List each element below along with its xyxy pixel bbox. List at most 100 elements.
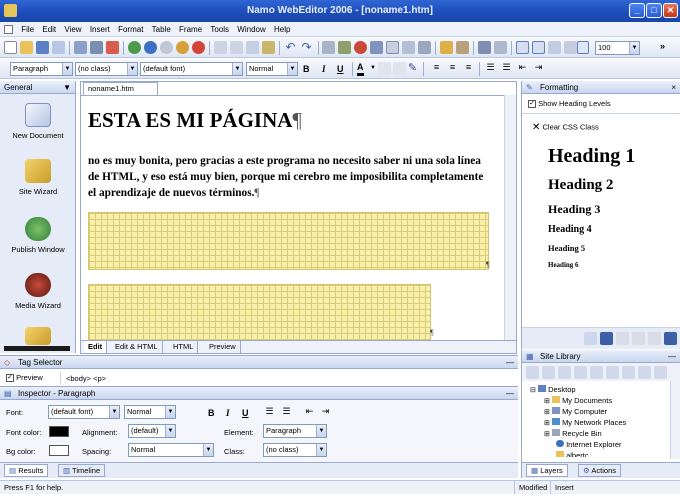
bullet-list-icon[interactable]: ☰ [500, 62, 513, 75]
globe-icon[interactable] [128, 41, 141, 54]
text-effects-icon[interactable] [393, 62, 406, 75]
rename-style-icon[interactable] [632, 332, 645, 345]
numbered-list-icon[interactable]: ☰ [484, 62, 497, 75]
font-size-select[interactable]: Normal ▼ [246, 62, 298, 76]
toolbar-overflow-icon[interactable]: » [660, 41, 665, 51]
redo-icon[interactable]: ↷ [300, 41, 313, 54]
italic-button[interactable]: I [322, 62, 326, 76]
menu-frame[interactable]: Frame [179, 22, 202, 37]
tree-item-internet-explorer[interactable]: Internet Explorer [556, 440, 622, 449]
inspector-class-select[interactable]: (no class) ▼ [263, 443, 327, 457]
preview-checkbox[interactable]: ✓ Preview [6, 373, 43, 383]
align-center-icon[interactable]: ≡ [446, 62, 459, 75]
site-library-minimize-icon[interactable]: — [668, 350, 676, 363]
menu-table[interactable]: Table [152, 22, 171, 37]
insert-object-icon[interactable] [338, 41, 351, 54]
page-heading[interactable]: ESTA ES MI PÁGINA¶ [88, 108, 302, 133]
undo-icon[interactable]: ↶ [284, 41, 297, 54]
document-canvas[interactable]: ESTA ES MI PÁGINA¶ no es muy bonita, per… [81, 95, 506, 341]
menu-insert[interactable]: Insert [90, 22, 110, 37]
lib-options-icon[interactable] [654, 366, 667, 379]
menu-window[interactable]: Window [237, 22, 265, 37]
sidebar-item-publish-window[interactable]: Publish Window [0, 217, 76, 254]
font-color-button[interactable]: A [357, 62, 364, 76]
maximize-button[interactable]: □ [646, 3, 662, 18]
tab-edit[interactable]: Edit [84, 341, 108, 353]
stop-icon[interactable] [192, 41, 205, 54]
inspector-underline-button[interactable]: U [242, 406, 249, 420]
format-painter-icon[interactable] [262, 41, 275, 54]
paragraph-marks-icon[interactable] [532, 41, 545, 54]
heading-1-style[interactable]: Heading 1 [548, 145, 635, 168]
highlight-icon[interactable] [378, 62, 391, 75]
tag-selector-minimize-icon[interactable]: — [506, 356, 514, 369]
inspector-indent-icon[interactable]: ⇥ [319, 406, 332, 419]
class-select[interactable]: (no class) ▼ [75, 62, 138, 76]
tag-path[interactable]: <body> <p> [66, 374, 106, 383]
tools-icon[interactable] [494, 41, 507, 54]
edit-icon[interactable] [456, 41, 469, 54]
sidebar-item-media-wizard[interactable]: Media Wizard [0, 273, 76, 310]
font-select[interactable]: (default font) ▼ [140, 62, 243, 76]
preview-browser-icon[interactable] [144, 41, 157, 54]
tree-item-user[interactable]: albertc [556, 451, 589, 457]
insert-form-icon[interactable] [370, 41, 383, 54]
page-paragraph[interactable]: no es muy bonita, pero gracias a este pr… [88, 153, 493, 201]
zoom-select[interactable]: 100 ▼ [595, 41, 640, 55]
close-button[interactable]: ✕ [663, 3, 678, 18]
tab-results[interactable]: ▤ Results [4, 464, 49, 477]
indent-icon[interactable]: ⇥ [532, 62, 545, 75]
underline-button[interactable]: U [337, 62, 344, 76]
tab-layers[interactable]: ▦ Layers [526, 464, 568, 477]
clear-css-button[interactable]: ✕ Clear CSS Class [532, 122, 599, 133]
tab-timeline[interactable]: ▥ Timeline [58, 464, 106, 477]
heading-6-style[interactable]: Heading 6 [548, 261, 579, 269]
sidebar-dropdown-icon[interactable]: ▼ [63, 81, 71, 94]
outdent-icon[interactable]: ⇤ [516, 62, 529, 75]
font-color-dropdown-icon[interactable]: ▼ [370, 65, 376, 71]
style-options-icon[interactable] [664, 332, 677, 345]
document-tab[interactable]: noname1.htm [83, 82, 158, 95]
lib-delete-icon[interactable] [606, 366, 619, 379]
alignment-select[interactable]: (default) ▼ [128, 424, 176, 438]
sidebar-item-site-wizard[interactable]: Site Wizard [0, 159, 76, 196]
paragraph-style-select[interactable]: Paragraph ▼ [10, 62, 73, 76]
bg-color-swatch[interactable] [49, 445, 69, 456]
sidebar-scroll-bar[interactable] [4, 346, 70, 351]
publish-icon[interactable] [176, 41, 189, 54]
tab-html[interactable]: HTML [169, 341, 199, 353]
menu-help[interactable]: Help [274, 22, 290, 37]
tree-item-desktop[interactable]: ⊟ Desktop [530, 385, 576, 394]
lib-view-icon[interactable] [622, 366, 635, 379]
tree-item-network[interactable]: ⊞ My Network Places [544, 418, 626, 427]
new-file-icon[interactable] [4, 41, 17, 54]
align-left-icon[interactable]: ≡ [430, 62, 443, 75]
menu-file[interactable]: File [21, 22, 34, 37]
menu-format[interactable]: Format [118, 22, 143, 37]
spell-check-icon[interactable] [106, 41, 119, 54]
lib-new-folder-icon[interactable] [590, 366, 603, 379]
inspector-bold-button[interactable]: B [208, 406, 215, 420]
heading-3-style[interactable]: Heading 3 [548, 202, 600, 217]
inspector-outdent-icon[interactable]: ⇤ [303, 406, 316, 419]
show-heading-checkbox[interactable]: ✓ Show Heading Levels [528, 99, 611, 109]
tab-edit-html[interactable]: Edit & HTML [111, 341, 163, 353]
element-select[interactable]: Paragraph ▼ [263, 424, 327, 438]
inspector-italic-button[interactable]: I [226, 406, 230, 420]
paste-icon[interactable] [246, 41, 259, 54]
inspector-numbered-list-icon[interactable]: ☰ [263, 406, 276, 419]
tree-item-my-computer[interactable]: ⊞ My Computer [544, 407, 607, 416]
bold-button[interactable]: B [303, 62, 310, 76]
formatting-close-icon[interactable]: × [671, 81, 676, 94]
ruler-icon[interactable] [548, 41, 561, 54]
lib-refresh-icon[interactable] [574, 366, 587, 379]
insert-image-icon[interactable] [322, 41, 335, 54]
copy-icon[interactable] [230, 41, 243, 54]
layout-icon[interactable] [564, 41, 577, 54]
insert-link-icon[interactable] [440, 41, 453, 54]
cut-icon[interactable] [214, 41, 227, 54]
sidebar-item-new-document[interactable]: New Document [0, 103, 76, 140]
window-layout-icon[interactable] [577, 41, 589, 54]
edit-style-icon[interactable] [600, 332, 613, 345]
inspector-size-select[interactable]: Normal ▼ [124, 405, 176, 419]
